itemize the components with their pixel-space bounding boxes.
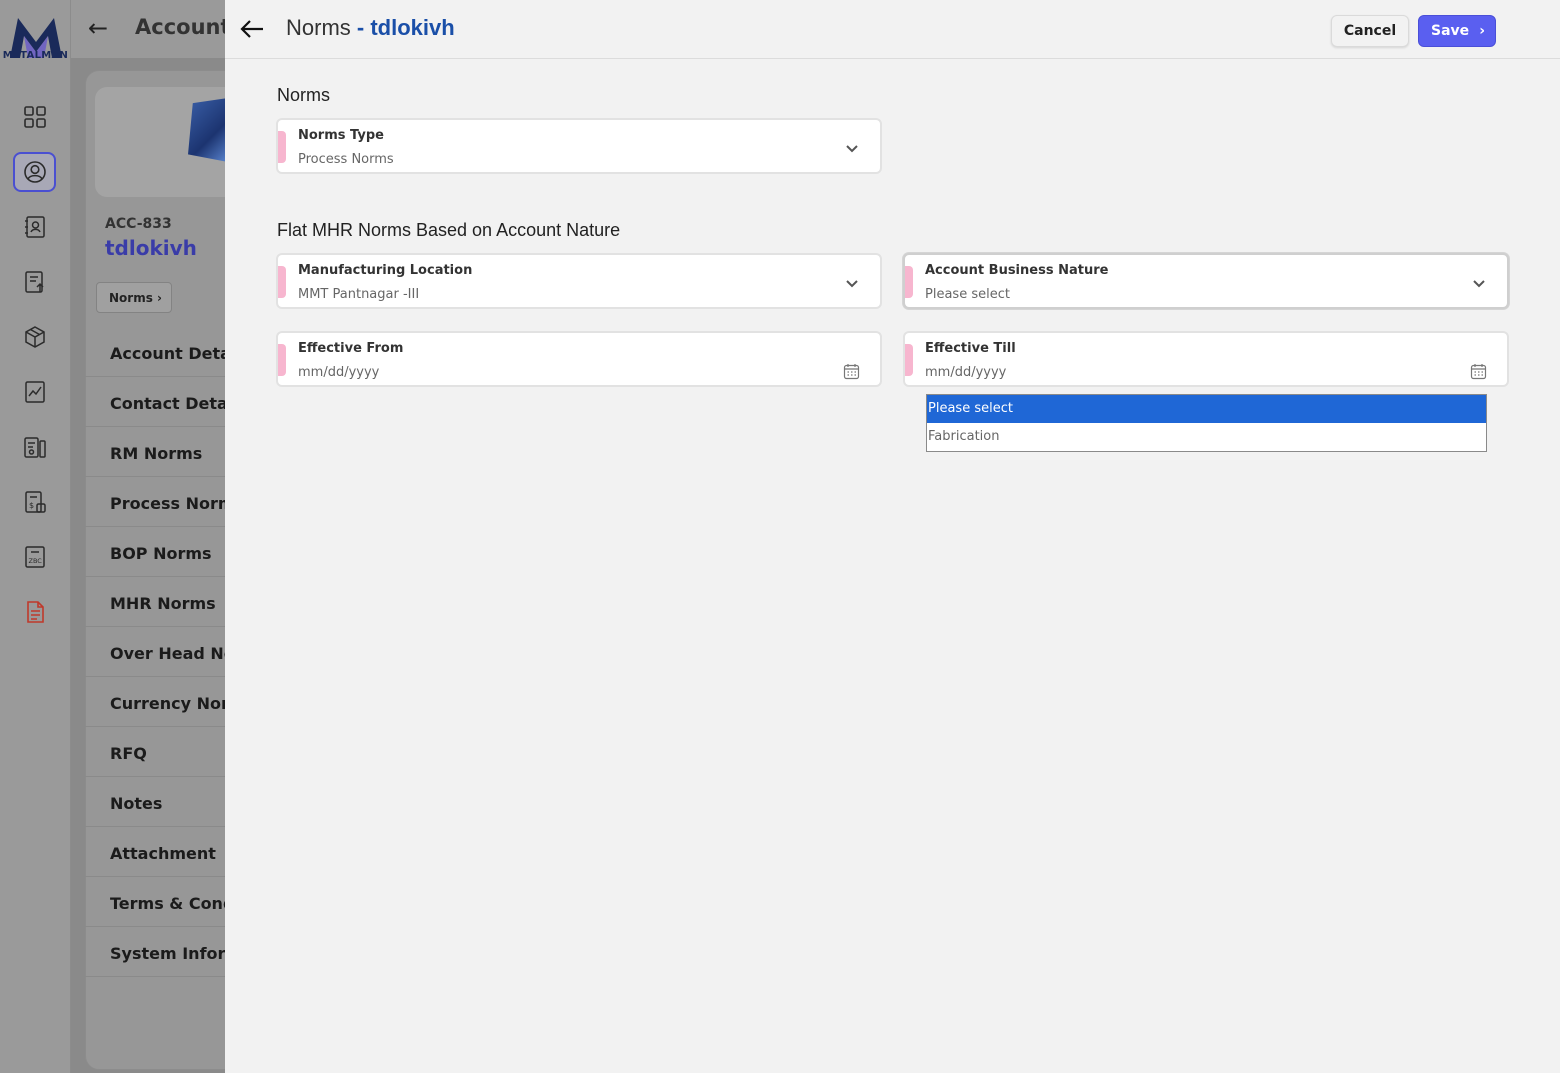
calendar-icon[interactable] — [843, 363, 860, 380]
reports-icon[interactable] — [20, 432, 50, 462]
package-icon[interactable] — [20, 322, 50, 352]
effective-from-placeholder: mm/dd/yyyy — [298, 365, 380, 380]
back-arrow-icon[interactable] — [239, 14, 265, 44]
required-marker — [278, 266, 286, 298]
logo-text: METALMAN — [2, 50, 69, 61]
page-title: Norms - tdlokivh — [286, 15, 455, 41]
account-business-nature-label: Account Business Nature — [925, 263, 1109, 278]
analytics-icon[interactable] — [20, 377, 50, 407]
required-marker — [278, 131, 286, 163]
chevron-right-icon: › — [1479, 23, 1485, 39]
account-menu-item[interactable]: System Information — [85, 927, 230, 977]
norms-type-label: Norms Type — [298, 128, 384, 143]
norms-type-value: Process Norms — [298, 152, 394, 167]
effective-till-label: Effective Till — [925, 341, 1016, 356]
account-menu-item[interactable]: MHR Norms — [85, 577, 230, 627]
notes-upload-icon[interactable] — [20, 267, 50, 297]
save-button-label: Save — [1431, 23, 1470, 39]
save-button[interactable]: Save › — [1418, 15, 1496, 47]
norms-panel: Norms - tdlokivh Cancel Save › Norms Nor… — [225, 0, 1560, 1073]
svg-text:$: $ — [29, 501, 34, 510]
effective-from-label: Effective From — [298, 341, 404, 356]
account-menu-item[interactable]: Account Details — [85, 327, 230, 377]
account-image — [188, 98, 228, 162]
icon-rail: METALMAN $ ZBC — [0, 0, 71, 1073]
account-menu-item[interactable]: RM Norms — [85, 427, 230, 477]
calendar-icon[interactable] — [1470, 363, 1487, 380]
account-menu-item[interactable]: Contact Details — [85, 377, 230, 427]
dropdown-option[interactable]: Fabrication — [927, 423, 1486, 451]
pricing-icon[interactable]: $ — [20, 487, 50, 517]
background-back-icon[interactable]: ← — [88, 14, 108, 42]
account-section-menu: Account DetailsContact DetailsRM NormsPr… — [85, 327, 230, 977]
effective-till-field[interactable]: Effective Till mm/dd/yyyy — [903, 331, 1509, 387]
page-title-text: Norms — [286, 15, 351, 40]
account-menu-item[interactable]: Notes — [85, 777, 230, 827]
chevron-down-icon — [846, 280, 858, 288]
section-title-norms: Norms — [277, 85, 330, 105]
chevron-down-icon — [1473, 280, 1485, 288]
account-menu-item[interactable]: RFQ — [85, 727, 230, 777]
required-marker — [278, 344, 286, 376]
effective-from-field[interactable]: Effective From mm/dd/yyyy — [276, 331, 882, 387]
manufacturing-location-label: Manufacturing Location — [298, 263, 473, 278]
panel-header: Norms - tdlokivh Cancel Save › — [225, 0, 1560, 59]
manufacturing-location-value: MMT Pantnagar -III — [298, 287, 420, 302]
account-code: ACC-833 — [105, 216, 172, 232]
contacts-icon[interactable] — [20, 212, 50, 242]
account-business-nature-value: Please select — [925, 287, 1010, 302]
account-menu-item[interactable]: Currency Norms — [85, 677, 230, 727]
account-business-nature-select[interactable]: Account Business Nature Please select — [903, 253, 1509, 309]
account-name: tdlokivh — [105, 236, 197, 260]
document-icon[interactable] — [20, 597, 50, 627]
account-menu-item[interactable]: Terms & Conditions — [85, 877, 230, 927]
manufacturing-location-select[interactable]: Manufacturing Location MMT Pantnagar -II… — [276, 253, 882, 309]
cancel-button[interactable]: Cancel — [1331, 15, 1409, 47]
account-menu-item[interactable]: Process Norms — [85, 477, 230, 527]
account-menu-item[interactable]: BOP Norms — [85, 527, 230, 577]
zbc-icon[interactable]: ZBC — [20, 542, 50, 572]
required-marker — [905, 266, 913, 298]
required-marker — [905, 344, 913, 376]
account-menu-item[interactable]: Over Head Norms — [85, 627, 230, 677]
effective-till-placeholder: mm/dd/yyyy — [925, 365, 1007, 380]
dropdown-option[interactable]: Please select — [927, 395, 1486, 423]
svg-text:ZBC: ZBC — [29, 557, 43, 565]
chevron-down-icon — [846, 145, 858, 153]
account-icon[interactable] — [13, 152, 56, 192]
norms-breadcrumb-pill[interactable]: Norms › — [96, 282, 172, 313]
section-title-flat-mhr: Flat MHR Norms Based on Account Nature — [277, 220, 621, 240]
norms-type-select[interactable]: Norms Type Process Norms — [276, 118, 882, 174]
norms-pill-label: Norms — [109, 291, 153, 305]
business-nature-dropdown: Please select Fabrication — [926, 394, 1487, 452]
dashboard-icon[interactable] — [20, 102, 50, 132]
page-title-account: - tdlokivh — [356, 15, 455, 40]
account-menu-item[interactable]: Attachment — [85, 827, 230, 877]
background-title: Account — [135, 15, 231, 39]
